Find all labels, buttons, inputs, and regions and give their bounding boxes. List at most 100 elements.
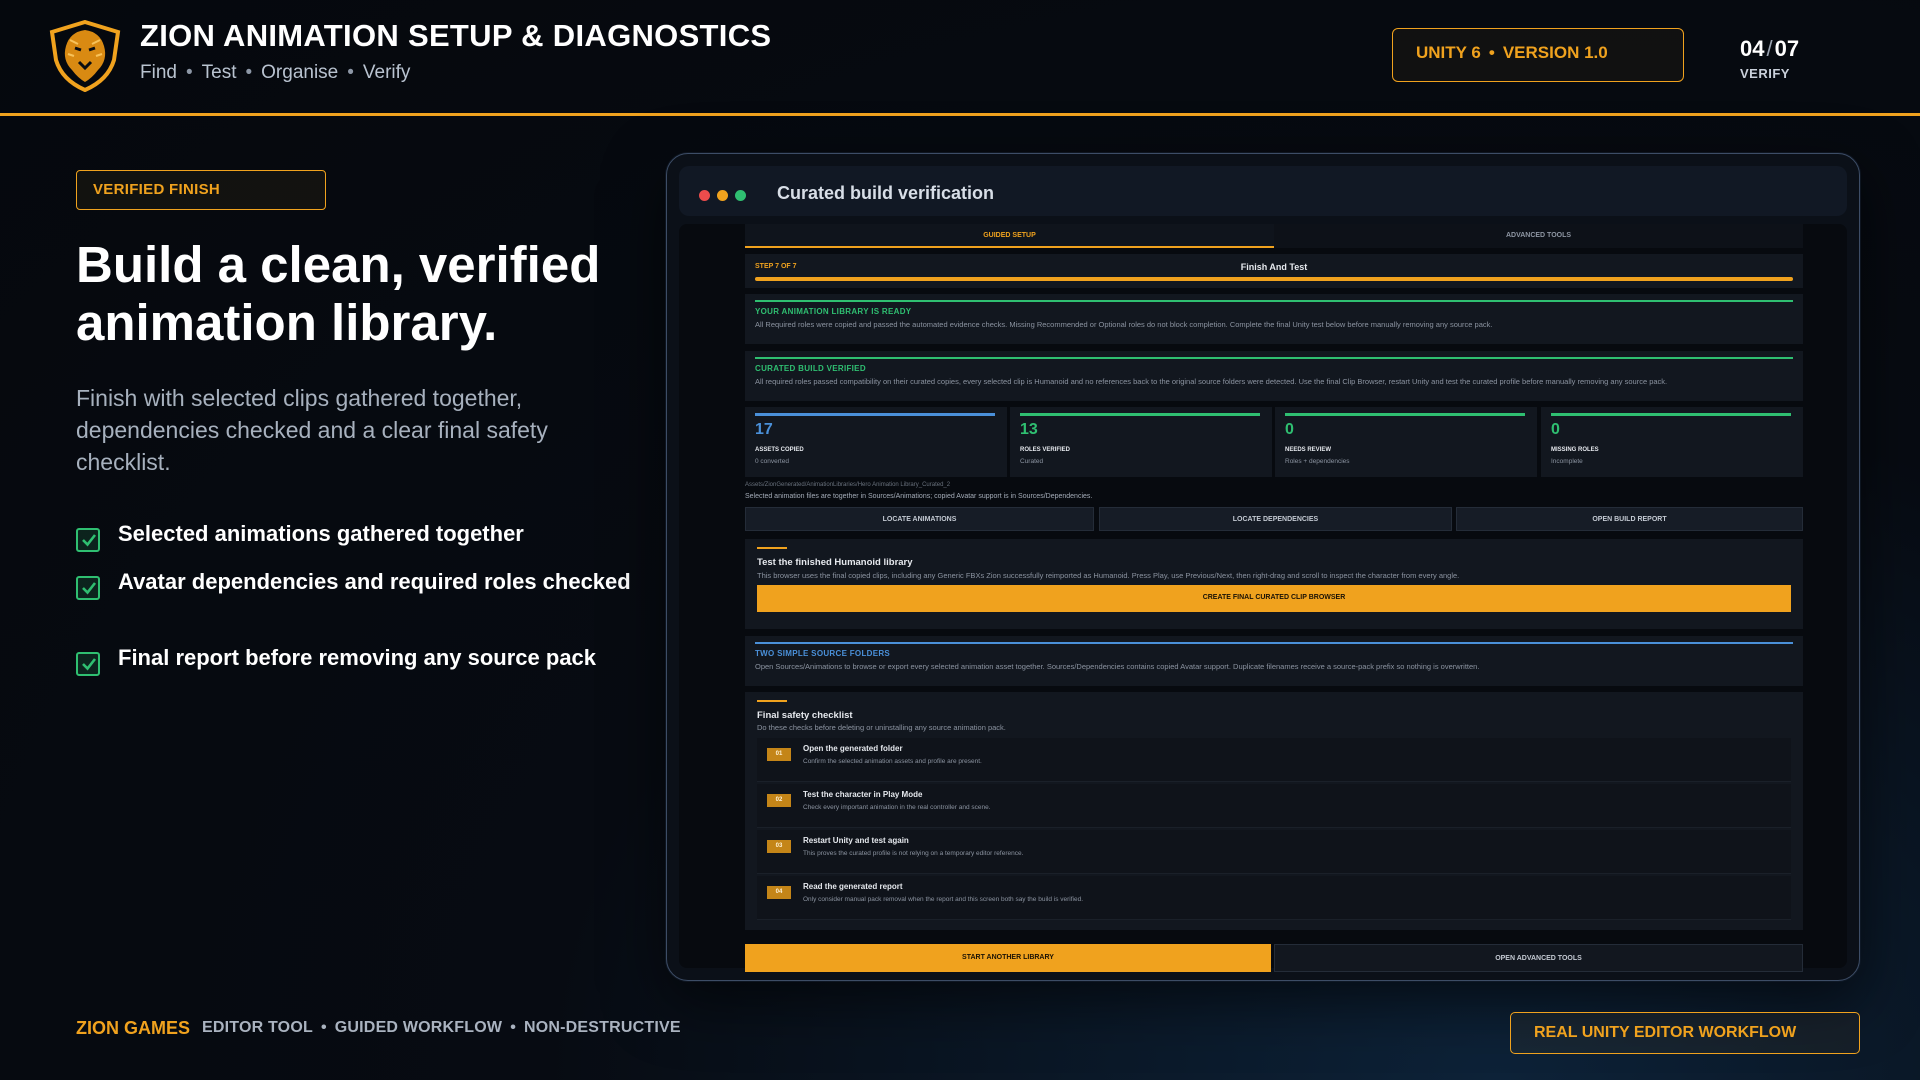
checkbox-checked-icon bbox=[76, 652, 100, 676]
create-clip-browser-button[interactable]: CREATE FINAL CURATED CLIP BROWSER bbox=[757, 585, 1791, 612]
lede: Finish with selected clips gathered toge… bbox=[76, 385, 548, 475]
subtitle-test: Test bbox=[201, 62, 237, 83]
subtitle-separator: • bbox=[347, 62, 354, 83]
stat-value: 0 bbox=[1551, 421, 1560, 438]
feature-item: Selected animations gathered together bbox=[76, 520, 524, 552]
tab-bar: GUIDED SETUP ADVANCED TOOLS bbox=[745, 224, 1803, 248]
workflow-badge: REAL UNITY EDITOR WORKFLOW bbox=[1510, 1012, 1860, 1054]
checklist-item-title: Open the generated folder bbox=[803, 744, 903, 753]
start-another-library-button[interactable]: START ANOTHER LIBRARY bbox=[745, 944, 1271, 972]
editor-window: Curated build verification GUIDED SETUP … bbox=[666, 153, 1860, 981]
minimize-window-button[interactable] bbox=[717, 190, 728, 201]
app-title: ZION ANIMATION SETUP & DIAGNOSTICS bbox=[140, 18, 772, 53]
feature-item: Final report before removing any source … bbox=[76, 644, 597, 676]
subtitle-find: Find bbox=[140, 62, 177, 83]
checklist-item: 02 Test the character in Play Mode Check… bbox=[757, 784, 1791, 828]
stat-accent-line bbox=[1020, 413, 1260, 416]
stat-missing-roles: 0 MISSING ROLES Incomplete bbox=[1541, 407, 1803, 477]
stat-value: 17 bbox=[755, 421, 773, 438]
lion-logo-icon bbox=[49, 20, 121, 92]
version-badge: UNITY 6 • VERSION 1.0 bbox=[1392, 28, 1684, 82]
stat-roles-verified: 13 ROLES VERIFIED Curated bbox=[1010, 407, 1272, 477]
open-advanced-tools-button[interactable]: OPEN ADVANCED TOOLS bbox=[1274, 944, 1803, 972]
checklist-item: 01 Open the generated folder Confirm the… bbox=[757, 738, 1791, 782]
page-total: 07 bbox=[1774, 36, 1800, 61]
footer-tag: EDITOR TOOL bbox=[202, 1019, 313, 1036]
checklist-description: Do these checks before deleting or unins… bbox=[757, 723, 1006, 732]
footer-separator: • bbox=[320, 1019, 327, 1036]
version-separator: • bbox=[1488, 43, 1495, 62]
stat-label: MISSING ROLES bbox=[1551, 447, 1599, 453]
open-build-report-button[interactable]: OPEN BUILD REPORT bbox=[1456, 507, 1803, 531]
page-label: VERIFY bbox=[1740, 66, 1790, 81]
footer-tags: EDITOR TOOL • GUIDED WORKFLOW • NON-DESTRUCT… bbox=[202, 1019, 681, 1037]
tab-guided-setup[interactable]: GUIDED SETUP bbox=[745, 224, 1274, 248]
checklist-item-desc: Confirm the selected animation assets an… bbox=[803, 758, 982, 765]
folders-description: Open Sources/Animations to browse or exp… bbox=[755, 662, 1480, 671]
source-folders-panel: TWO SIMPLE SOURCE FOLDERS Open Sources/A… bbox=[745, 636, 1803, 686]
checklist-item-title: Restart Unity and test again bbox=[803, 836, 909, 845]
subtitle-separator: • bbox=[185, 62, 193, 83]
stat-value: 13 bbox=[1020, 421, 1038, 438]
stat-needs-review: 0 NEEDS REVIEW Roles + dependencies bbox=[1275, 407, 1537, 477]
tool-version: VERSION 1.0 bbox=[1502, 43, 1608, 62]
brand-name: ZION GAMES bbox=[76, 1018, 191, 1038]
stat-sub: Curated bbox=[1020, 458, 1044, 465]
verified-title: CURATED BUILD VERIFIED bbox=[755, 364, 866, 373]
close-window-button[interactable] bbox=[699, 190, 710, 201]
folders-title: TWO SIMPLE SOURCE FOLDERS bbox=[755, 649, 891, 658]
section-tag: VERIFIED FINISH bbox=[76, 170, 326, 210]
verified-description: All required roles passed compatibility … bbox=[755, 377, 1668, 386]
feature-text: Avatar dependencies and required roles c… bbox=[118, 569, 631, 594]
tab-advanced-tools[interactable]: ADVANCED TOOLS bbox=[1274, 224, 1803, 248]
checklist-item-title: Read the generated report bbox=[803, 882, 903, 891]
checkbox-checked-icon bbox=[76, 528, 100, 552]
bottom-button-row: START ANOTHER LIBRARY OPEN ADVANCED TOOL… bbox=[745, 944, 1803, 972]
locate-dependencies-button[interactable]: LOCATE DEPENDENCIES bbox=[1099, 507, 1452, 531]
checklist-number: 03 bbox=[767, 840, 791, 853]
checklist-number: 01 bbox=[767, 748, 791, 761]
stat-accent-line bbox=[1551, 413, 1791, 416]
editor-content: GUIDED SETUP ADVANCED TOOLS STEP 7 OF 7 … bbox=[679, 224, 1847, 972]
test-title: Test the finished Humanoid library bbox=[757, 557, 913, 568]
page-slash: / bbox=[1766, 36, 1773, 61]
headline: Build a clean, verified animation librar… bbox=[76, 236, 601, 351]
verified-panel: CURATED BUILD VERIFIED All required role… bbox=[745, 351, 1803, 401]
step-name: Finish And Test bbox=[1240, 262, 1308, 272]
subtitle-separator: • bbox=[245, 62, 253, 83]
window-titlebar: Curated build verification bbox=[679, 166, 1847, 216]
footer-tag: NON-DESTRUCTIVE bbox=[524, 1019, 681, 1036]
page-counter: 04/07 bbox=[1740, 36, 1799, 62]
checklist-item-desc: Only consider manual pack removal when t… bbox=[803, 896, 1084, 903]
panel-accent-line bbox=[755, 300, 1793, 302]
checklist-item-desc: This proves the curated profile is not r… bbox=[803, 850, 1024, 857]
panel-accent-line bbox=[757, 700, 787, 702]
stat-assets-copied: 17 ASSETS COPIED 0 converted bbox=[745, 407, 1007, 477]
panel-accent-line bbox=[755, 357, 1793, 359]
step-progress-bar bbox=[755, 277, 1793, 281]
locate-animations-button[interactable]: LOCATE ANIMATIONS bbox=[745, 507, 1094, 531]
page-header: ZION ANIMATION SETUP & DIAGNOSTICS Find •… bbox=[0, 0, 1920, 116]
stat-accent-line bbox=[755, 413, 995, 416]
maximize-window-button[interactable] bbox=[735, 190, 746, 201]
feature-text: Selected animations gathered together bbox=[118, 521, 524, 546]
checklist-item: 04 Read the generated report Only consid… bbox=[757, 876, 1791, 920]
checklist-number: 04 bbox=[767, 886, 791, 899]
output-path-note: Selected animation files are together in… bbox=[745, 493, 1093, 500]
stat-sub: 0 converted bbox=[755, 458, 789, 465]
locate-button-row: LOCATE ANIMATIONS LOCATE DEPENDENCIES OP… bbox=[745, 507, 1803, 531]
checklist-title: Final safety checklist bbox=[757, 710, 853, 721]
feature-item: Avatar dependencies and required roles c… bbox=[76, 568, 631, 600]
subtitle-organise: Organise bbox=[261, 62, 339, 83]
test-description: This browser uses the final copied clips… bbox=[757, 571, 1460, 580]
checkbox-checked-icon bbox=[76, 576, 100, 600]
window-title: Curated build verification bbox=[777, 183, 995, 203]
checklist-item-title: Test the character in Play Mode bbox=[803, 790, 923, 799]
stat-label: ASSETS COPIED bbox=[755, 447, 804, 453]
app-subtitle: Find • Test • Organise • Verify bbox=[140, 62, 410, 84]
ready-description: All Required roles were copied and passe… bbox=[755, 320, 1493, 329]
stats-row: 17 ASSETS COPIED 0 converted 13 ROLES VE… bbox=[745, 407, 1803, 477]
feature-text: Final report before removing any source … bbox=[118, 645, 597, 670]
panel-accent-line bbox=[755, 642, 1793, 644]
stat-accent-line bbox=[1285, 413, 1525, 416]
